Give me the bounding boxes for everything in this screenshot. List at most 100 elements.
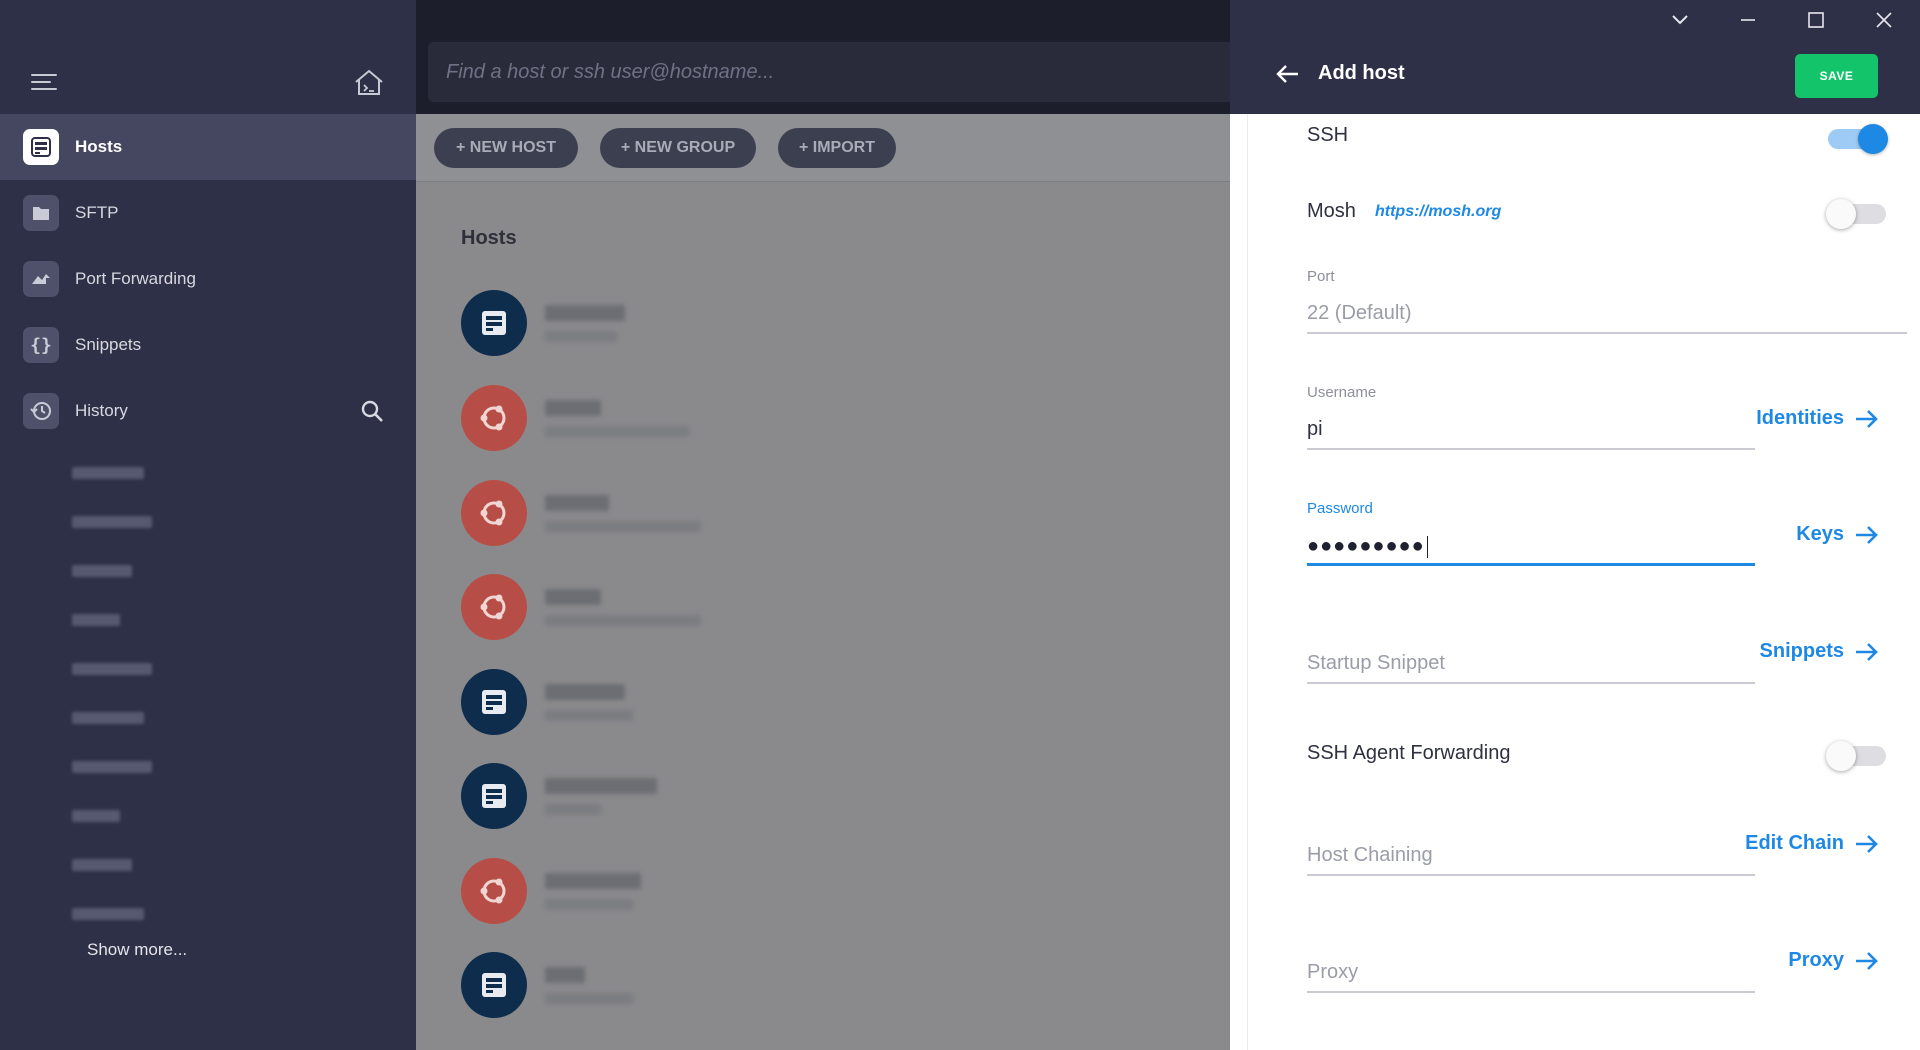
sidebar-item-label: History bbox=[75, 401, 128, 420]
chevron-down-icon[interactable] bbox=[1668, 8, 1692, 32]
ssh-label: SSH bbox=[1307, 124, 1349, 146]
import-button[interactable]: + IMPORT bbox=[778, 128, 896, 168]
history-item[interactable] bbox=[72, 693, 416, 742]
username-input[interactable] bbox=[1307, 410, 1755, 448]
sidebar-item-hosts[interactable]: Hosts bbox=[0, 114, 416, 180]
snippets-link[interactable]: Snippets bbox=[1760, 640, 1880, 663]
show-more-link[interactable]: Show more... bbox=[87, 940, 187, 960]
sidebar-item-port-forwarding[interactable]: Port Forwarding bbox=[0, 246, 416, 312]
new-host-button[interactable]: + NEW HOST bbox=[434, 128, 578, 168]
arrow-right-icon bbox=[1856, 951, 1878, 970]
server-icon bbox=[461, 290, 527, 356]
snippets-link-label: Snippets bbox=[1759, 640, 1844, 662]
password-field[interactable]: ●●●●●●●●● bbox=[1307, 526, 1755, 566]
search-icon[interactable] bbox=[360, 399, 384, 423]
password-mask: ●●●●●●●●● bbox=[1307, 535, 1425, 557]
new-group-button[interactable]: + NEW GROUP bbox=[600, 128, 756, 168]
history-item[interactable] bbox=[72, 595, 416, 644]
password-label: Password bbox=[1307, 500, 1373, 517]
host-chaining-field[interactable] bbox=[1307, 836, 1755, 876]
agent-forwarding-toggle[interactable] bbox=[1826, 741, 1886, 771]
panel-title: Add host bbox=[1318, 62, 1405, 84]
history-item[interactable] bbox=[72, 742, 416, 791]
minimize-icon[interactable] bbox=[1736, 8, 1760, 32]
proxy-input[interactable] bbox=[1307, 953, 1755, 991]
folder-icon bbox=[23, 195, 59, 231]
hamburger-menu-icon[interactable] bbox=[31, 74, 57, 92]
history-item[interactable] bbox=[72, 546, 416, 595]
arrow-right-icon bbox=[1856, 834, 1878, 853]
history-item[interactable] bbox=[72, 889, 416, 938]
identities-link[interactable]: Identities bbox=[1756, 407, 1880, 430]
username-field[interactable] bbox=[1307, 410, 1755, 450]
history-item[interactable] bbox=[72, 791, 416, 840]
ubuntu-icon bbox=[461, 858, 527, 924]
history-item[interactable] bbox=[72, 840, 416, 889]
arrow-right-icon bbox=[1856, 409, 1878, 428]
sidebar-item-history[interactable]: History bbox=[0, 378, 416, 444]
sidebar-header bbox=[0, 0, 416, 114]
startup-snippet-field[interactable] bbox=[1307, 644, 1755, 684]
port-forwarding-icon bbox=[23, 261, 59, 297]
sidebar-item-label: SFTP bbox=[75, 203, 119, 222]
arrow-right-icon bbox=[1856, 642, 1878, 661]
mosh-link[interactable]: https://mosh.org bbox=[1375, 203, 1501, 221]
history-icon bbox=[23, 393, 59, 429]
sidebar: Hosts SFTP Port Forwarding {} Snippets H… bbox=[0, 0, 416, 1050]
host-row[interactable] bbox=[461, 385, 1161, 451]
history-item[interactable] bbox=[72, 448, 416, 497]
edit-chain-link-label: Edit Chain bbox=[1745, 832, 1844, 854]
edit-chain-link[interactable]: Edit Chain bbox=[1745, 832, 1880, 855]
server-icon bbox=[461, 669, 527, 735]
sidebar-item-snippets[interactable]: {} Snippets bbox=[0, 312, 416, 378]
back-arrow-icon[interactable] bbox=[1274, 62, 1300, 86]
maximize-icon[interactable] bbox=[1804, 8, 1828, 32]
panel-header: Add host SAVE bbox=[1230, 0, 1920, 114]
hosts-icon bbox=[23, 129, 59, 165]
host-row[interactable] bbox=[461, 480, 1161, 546]
braces-icon: {} bbox=[23, 327, 59, 363]
port-field[interactable] bbox=[1307, 294, 1907, 334]
host-row[interactable] bbox=[461, 290, 1161, 356]
search-box bbox=[428, 42, 1230, 102]
main-area: + NEW HOST + NEW GROUP + IMPORT Hosts bbox=[416, 0, 1230, 1050]
sidebar-item-label: Hosts bbox=[75, 137, 123, 156]
host-row[interactable] bbox=[461, 858, 1161, 924]
ubuntu-icon bbox=[461, 480, 527, 546]
server-icon bbox=[461, 763, 527, 829]
host-row[interactable] bbox=[461, 574, 1161, 640]
close-icon[interactable] bbox=[1872, 8, 1896, 32]
ubuntu-icon bbox=[461, 574, 527, 640]
proxy-link[interactable]: Proxy bbox=[1788, 949, 1880, 972]
host-chaining-input[interactable] bbox=[1307, 836, 1755, 874]
history-list bbox=[0, 448, 416, 938]
save-button[interactable]: SAVE bbox=[1795, 54, 1878, 98]
host-search-input[interactable] bbox=[428, 42, 1230, 102]
home-terminal-icon[interactable] bbox=[353, 68, 385, 96]
history-item[interactable] bbox=[72, 497, 416, 546]
identities-link-label: Identities bbox=[1756, 407, 1844, 429]
proxy-field[interactable] bbox=[1307, 953, 1755, 993]
server-icon bbox=[461, 952, 527, 1018]
keys-link-label: Keys bbox=[1796, 523, 1844, 545]
toolbar: + NEW HOST + NEW GROUP + IMPORT bbox=[416, 114, 1230, 182]
ubuntu-icon bbox=[461, 385, 527, 451]
proxy-link-label: Proxy bbox=[1788, 949, 1844, 971]
search-bar-container bbox=[416, 0, 1230, 114]
host-row[interactable] bbox=[461, 763, 1161, 829]
panel-form: SSH Mosh https://mosh.org Port Username … bbox=[1247, 114, 1920, 1050]
startup-snippet-input[interactable] bbox=[1307, 644, 1755, 682]
sidebar-item-label: Snippets bbox=[75, 335, 142, 354]
host-row[interactable] bbox=[461, 952, 1161, 1018]
password-value[interactable]: ●●●●●●●●● bbox=[1307, 535, 1429, 558]
add-host-panel: Add host SAVE SSH Mosh https://mosh.org … bbox=[1230, 0, 1920, 1050]
arrow-right-icon bbox=[1856, 525, 1878, 544]
host-row[interactable] bbox=[461, 669, 1161, 735]
port-input[interactable] bbox=[1307, 294, 1907, 332]
ssh-toggle[interactable] bbox=[1828, 124, 1888, 154]
mosh-toggle[interactable] bbox=[1826, 199, 1886, 229]
username-label: Username bbox=[1307, 384, 1377, 401]
keys-link[interactable]: Keys bbox=[1796, 523, 1880, 546]
history-item[interactable] bbox=[72, 644, 416, 693]
sidebar-item-sftp[interactable]: SFTP bbox=[0, 180, 416, 246]
